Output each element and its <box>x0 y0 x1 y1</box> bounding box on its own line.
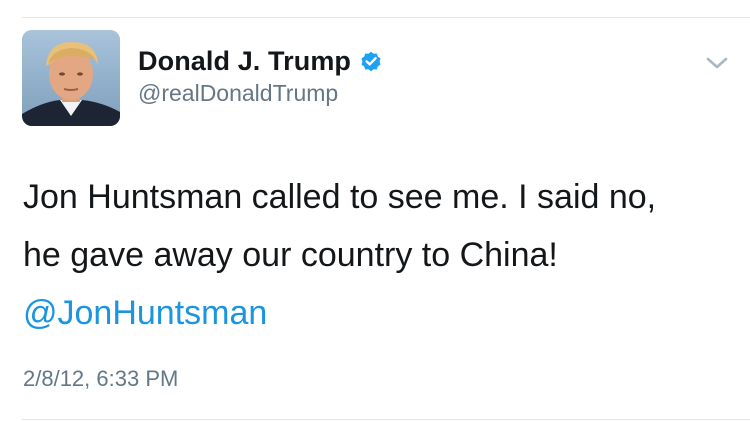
tweet-timestamp[interactable]: 2/8/12, 6:33 PM <box>23 366 178 392</box>
mention-link[interactable]: @JonHuntsman <box>23 284 738 342</box>
author-display-name[interactable]: Donald J. Trump <box>138 46 351 77</box>
author-name-row[interactable]: Donald J. Trump <box>138 44 383 78</box>
verified-badge-icon <box>359 49 383 73</box>
divider-top <box>22 17 750 18</box>
author-handle[interactable]: @realDonaldTrump <box>138 80 338 107</box>
tweet-card: Donald J. Trump @realDonaldTrump Jon Hun… <box>0 0 750 421</box>
tweet-text: Jon Huntsman called to see me. I said no… <box>23 168 738 342</box>
tweet-text-line-2: he gave away our country to China! <box>23 236 558 274</box>
avatar[interactable] <box>22 30 120 126</box>
divider-bottom <box>22 419 750 420</box>
avatar-image <box>22 30 120 126</box>
chevron-down-icon[interactable] <box>704 54 730 72</box>
tweet-text-line-1: Jon Huntsman called to see me. I said no… <box>23 178 657 216</box>
